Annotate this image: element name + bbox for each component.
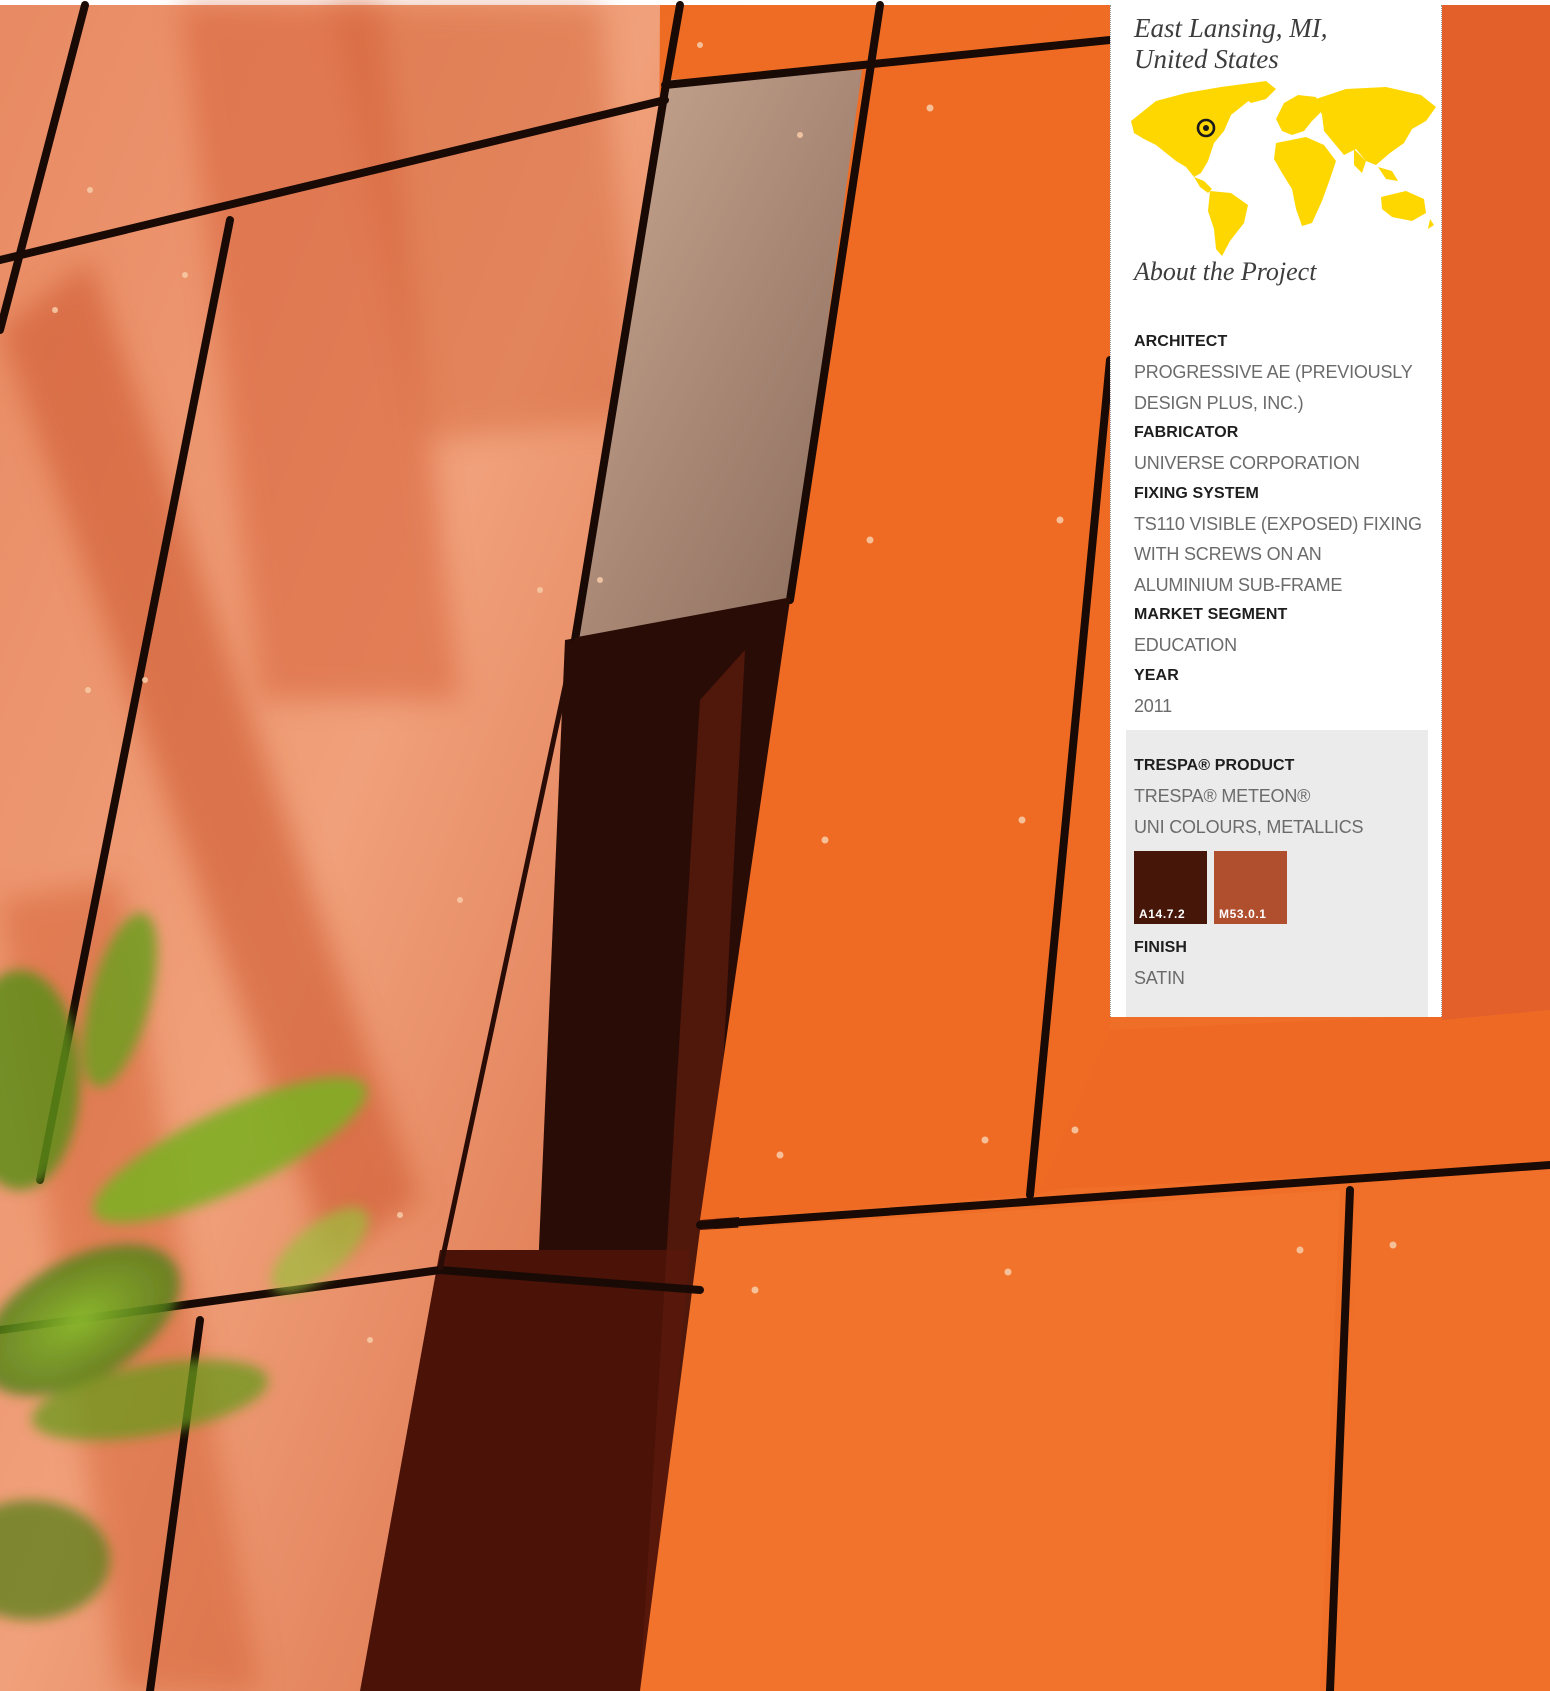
- spec-label: ARCHITECT: [1134, 333, 1228, 350]
- spec-value: 2011: [1134, 695, 1172, 716]
- colour-swatches: A14.7.2 M53.0.1: [1134, 851, 1419, 924]
- colour-swatch-m53-0-1: M53.0.1: [1214, 851, 1287, 924]
- finish-label: FINISH: [1134, 939, 1188, 956]
- location-country: United States: [1134, 44, 1279, 74]
- product-line-2: UNI COLOURS, METALLICS: [1134, 816, 1364, 837]
- product-panel: TRESPA® PRODUCT TRESPA® METEON® UNI COLO…: [1126, 730, 1428, 1017]
- swatch-code: M53.0.1: [1219, 907, 1267, 921]
- spec-label: FABRICATOR: [1134, 424, 1239, 441]
- product-line-1: TRESPA® METEON®: [1134, 786, 1311, 806]
- world-map: [1126, 81, 1436, 256]
- location-city: East Lansing, MI,: [1134, 13, 1328, 43]
- world-map-land: [1131, 81, 1436, 256]
- spec-value: UNIVERSE CORPORATION: [1134, 453, 1360, 473]
- about-title: About the Project: [1134, 257, 1317, 286]
- colour-swatch-a14-7-2: A14.7.2: [1134, 851, 1207, 924]
- spec-label: YEAR: [1134, 666, 1179, 684]
- spec-value: EDUCATION: [1134, 635, 1237, 655]
- project-location: East Lansing, MI, United States: [1134, 13, 1434, 75]
- project-info-card: East Lansing, MI, United States About th…: [1110, 5, 1442, 1017]
- spec-label: MARKET SEGMENT: [1134, 606, 1288, 623]
- spec-market-segment: MARKET SEGMENT EDUCATION: [1134, 600, 1424, 661]
- spec-architect: ARCHITECT PROGRESSIVE AE (PREVIOUSLY DES…: [1134, 327, 1424, 418]
- product-label: TRESPA® PRODUCT: [1134, 757, 1295, 774]
- spec-value: TS110 VISIBLE (EXPOSED) FIXING WITH SCRE…: [1134, 513, 1422, 595]
- swatch-code: A14.7.2: [1139, 907, 1186, 921]
- spec-year: YEAR 2011: [1134, 661, 1424, 722]
- spec-label: FIXING SYSTEM: [1134, 484, 1259, 502]
- spec-value: PROGRESSIVE AE (PREVIOUSLY DESIGN PLUS, …: [1134, 362, 1413, 413]
- finish-value: SATIN: [1134, 968, 1185, 988]
- spec-list: ARCHITECT PROGRESSIVE AE (PREVIOUSLY DES…: [1134, 327, 1424, 721]
- spec-fixing-system: FIXING SYSTEM TS110 VISIBLE (EXPOSED) FI…: [1134, 479, 1424, 601]
- spec-fabricator: FABRICATOR UNIVERSE CORPORATION: [1134, 418, 1424, 479]
